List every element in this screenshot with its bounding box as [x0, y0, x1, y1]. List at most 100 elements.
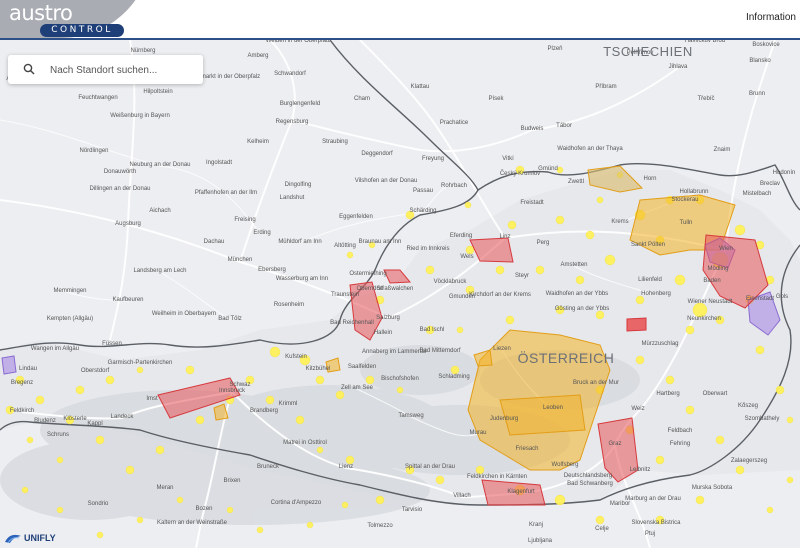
place-label: Bozen	[195, 506, 212, 512]
place-label: Brunn	[749, 91, 765, 97]
place-label: Mödling	[707, 266, 728, 272]
place-label: Hartberg	[656, 391, 679, 397]
place-label: Ljubljana	[528, 538, 553, 544]
place-label: Brandberg	[250, 408, 278, 414]
top-bar: austro CONTROL Information	[0, 0, 800, 40]
place-label: München	[228, 257, 253, 263]
place-label: Krems	[611, 219, 628, 225]
place-label: Aichach	[149, 208, 170, 214]
place-label: Murska Sobota	[692, 485, 733, 491]
place-label: Eferding	[450, 233, 472, 239]
place-label: Landshut	[280, 195, 305, 201]
place-label: Tolmezzo	[367, 523, 393, 529]
place-label: Imst	[146, 396, 158, 402]
place-label: Bad Tölz	[218, 316, 242, 322]
place-label: Freising	[234, 217, 255, 223]
place-label: Landeck	[111, 414, 135, 420]
place-label: Judenburg	[490, 416, 518, 422]
place-label: Amberg	[247, 53, 268, 59]
place-label: Spittal an der Drau	[405, 464, 455, 470]
place-label: Hollabrunn	[679, 189, 708, 195]
country-label: TSCHECHIEN	[603, 44, 693, 59]
attribution-text: UNIFLY	[24, 533, 56, 543]
place-label: Celje	[595, 526, 609, 532]
place-label: Brixen	[223, 478, 240, 484]
place-label: Burglengenfeld	[280, 101, 320, 107]
place-label: Eggenfelden	[339, 214, 373, 220]
logo-badge: CONTROL	[40, 24, 124, 37]
place-label: Nürnberg	[130, 48, 155, 54]
place-label: Perg	[537, 240, 550, 246]
place-label: Freistadt	[520, 200, 544, 206]
place-label: Zwettl	[568, 179, 584, 185]
search-input[interactable]	[48, 61, 197, 79]
information-link[interactable]: Information	[746, 12, 796, 23]
place-label: Mühldorf am Inn	[278, 239, 321, 245]
place-label: Český Krumlov	[500, 170, 540, 177]
place-label: Bischofshofen	[381, 376, 419, 382]
place-label: Rohrbach	[441, 183, 467, 189]
west-purple	[1, 355, 17, 375]
place-label: Sankt Pölten	[631, 242, 665, 248]
place-label: Hodonín	[773, 170, 796, 176]
map-attribution[interactable]: UNIFLY	[4, 530, 56, 546]
place-label: Klattau	[411, 84, 430, 90]
place-label: Marburg an der Drau	[625, 496, 681, 502]
place-label: Kappl	[87, 421, 102, 427]
place-label: Plzeň	[547, 46, 562, 52]
place-label: Leoben	[543, 405, 563, 411]
place-label: Kaufbeuren	[112, 297, 143, 303]
austro-control-logo[interactable]: austro CONTROL	[0, 0, 152, 38]
place-label: Tábor	[556, 123, 572, 129]
place-label: Boskovice	[752, 42, 780, 48]
search-icon	[23, 63, 35, 75]
place-label: Kempten (Allgäu)	[47, 316, 93, 322]
place-label: Baden	[703, 278, 720, 284]
central-austria-inner	[499, 394, 586, 436]
place-label: Hallein	[374, 330, 392, 336]
place-label: Füssen	[102, 341, 122, 347]
map-canvas[interactable]: NürnbergAmbergWeiden in der OberpfalzAns…	[0, 40, 800, 548]
place-label: Landsberg am Lech	[133, 268, 186, 274]
place-label: Horn	[643, 176, 656, 182]
place-label: Bad Ischl	[420, 327, 445, 333]
place-label: Vilshofen an der Donau	[355, 178, 418, 184]
place-label: Hilpoltstein	[143, 89, 172, 95]
place-label: Erding	[253, 230, 270, 236]
place-label: Mürzzuschlag	[641, 341, 678, 347]
place-label: Feldkirch	[10, 408, 34, 414]
place-label: Schärding	[409, 208, 436, 214]
place-label: Salzburg	[376, 315, 400, 321]
country-label: ÖSTERREICH	[518, 349, 615, 366]
place-label: Murau	[469, 430, 486, 436]
place-label: Feuchtwangen	[78, 95, 117, 101]
location-search-box[interactable]	[8, 55, 203, 84]
place-label: Bruck an der Mur	[573, 380, 619, 386]
place-label: Zalaegerszeg	[731, 458, 767, 464]
place-label: Lienz	[339, 464, 353, 470]
place-label: Kirchdorf an der Krems	[469, 292, 531, 298]
place-label: Gösting an der Ybbs	[555, 306, 610, 312]
place-label: Annaberg im Lammertal	[362, 349, 426, 355]
place-label: Lilienfeld	[638, 277, 662, 283]
place-label: Stockerau	[671, 197, 698, 203]
place-label: Vitkí	[502, 156, 514, 162]
place-label: Waidhofen an der Ybbs	[546, 291, 608, 297]
place-label: Zell am See	[341, 385, 374, 391]
place-label: Memmingen	[53, 288, 86, 294]
place-label: Altötting	[334, 243, 356, 249]
place-label: Oberwart	[703, 391, 728, 397]
place-label: Dachau	[204, 239, 225, 245]
place-label: Saalfelden	[348, 364, 376, 370]
place-label: Waidhofen an der Thaya	[557, 146, 623, 152]
place-label: Deggendorf	[361, 151, 393, 157]
place-label: Nördlingen	[79, 148, 108, 154]
place-label: Schladming	[438, 374, 469, 380]
place-label: Weißenburg in Bayern	[110, 113, 170, 119]
place-label: Wasserburg am Inn	[276, 276, 328, 282]
place-label: Wien	[719, 246, 733, 252]
place-label: Liezen	[493, 346, 511, 352]
place-label: Meran	[156, 485, 173, 491]
place-label: Wolfsberg	[552, 462, 579, 468]
place-label: Dillingen an der Donau	[89, 186, 150, 192]
